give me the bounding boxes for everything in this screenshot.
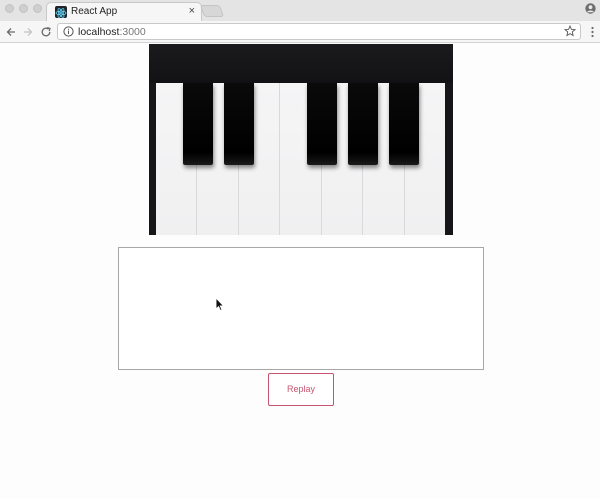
info-icon[interactable] — [63, 26, 74, 37]
url-host: localhost — [78, 26, 120, 38]
piano-top-panel — [149, 44, 453, 83]
url-port: :3000 — [119, 26, 146, 38]
black-key[interactable] — [224, 83, 254, 165]
forward-arrow-icon[interactable] — [22, 26, 34, 38]
tab-title: React App — [71, 6, 118, 17]
zoom-window-button[interactable] — [33, 4, 42, 13]
replay-button[interactable]: Replay — [268, 373, 334, 406]
recording-area — [118, 247, 484, 370]
browser-window: React App × localhost:3000 Replay — [0, 0, 600, 499]
close-window-button[interactable] — [5, 4, 14, 13]
page-viewport: Replay — [0, 43, 600, 499]
browser-toolbar: localhost:3000 — [0, 21, 600, 43]
tab-react-app[interactable]: React App × — [46, 2, 202, 21]
profile-icon[interactable] — [585, 3, 596, 14]
mouse-cursor-icon — [215, 297, 225, 312]
react-logo-icon — [55, 6, 67, 18]
piano — [149, 44, 453, 235]
reload-icon[interactable] — [40, 26, 52, 38]
tab-close-icon[interactable]: × — [189, 5, 195, 17]
url-text[interactable]: localhost:3000 — [78, 26, 146, 38]
black-key[interactable] — [307, 83, 337, 165]
black-key[interactable] — [389, 83, 419, 165]
black-key[interactable] — [348, 83, 378, 165]
kebab-menu-icon[interactable] — [591, 26, 594, 38]
back-arrow-icon[interactable] — [5, 26, 17, 38]
new-tab-button[interactable] — [199, 5, 225, 17]
black-key[interactable] — [183, 83, 213, 165]
tab-strip: React App × — [0, 0, 600, 21]
star-icon[interactable] — [564, 25, 576, 37]
address-bar[interactable]: localhost:3000 — [57, 23, 581, 40]
minimize-window-button[interactable] — [19, 4, 28, 13]
